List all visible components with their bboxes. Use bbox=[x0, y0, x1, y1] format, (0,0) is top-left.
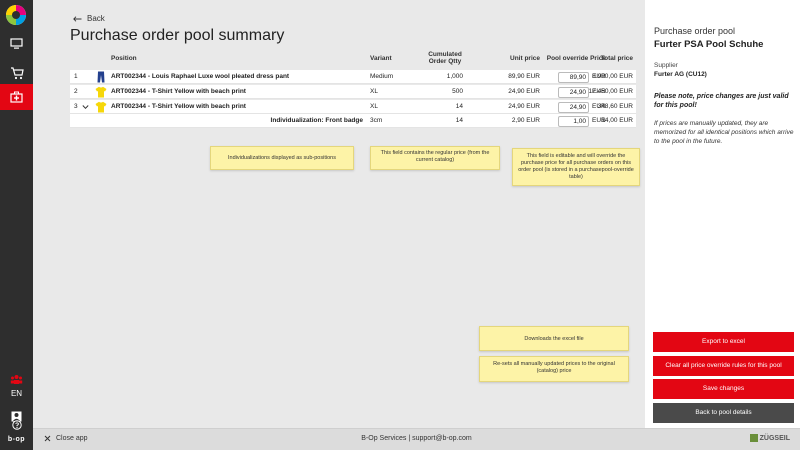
help-nav-button[interactable] bbox=[0, 417, 33, 433]
row-qty: 1,000 bbox=[446, 73, 463, 80]
row-total: 12.450,00 EUR bbox=[588, 88, 633, 95]
save-changes-button[interactable]: Save changes bbox=[653, 379, 794, 399]
row-number: 1 bbox=[74, 73, 78, 80]
row-article: ART002344 - T-Shirt Yellow with beach pr… bbox=[111, 88, 246, 95]
price-info: If prices are manually updated, they are… bbox=[654, 120, 794, 145]
pool-name: Furter PSA Pool Schuhe bbox=[654, 39, 764, 50]
row-total: 8.990,00 EUR bbox=[592, 73, 633, 80]
tshirt-icon bbox=[95, 86, 107, 98]
arrow-left-icon bbox=[73, 15, 82, 22]
pool-nav-button[interactable] bbox=[0, 84, 33, 110]
row-unit-price: 24,90 EUR bbox=[508, 88, 540, 95]
help-icon bbox=[11, 420, 22, 430]
price-warning: Please note, price changes are just vali… bbox=[654, 93, 789, 109]
tshirt-icon bbox=[95, 101, 107, 113]
brand-label: b-op bbox=[7, 436, 26, 443]
column-header-position: Position bbox=[111, 55, 137, 62]
chevron-down-icon[interactable] bbox=[82, 104, 89, 110]
row-unit-price: 24,90 EUR bbox=[508, 103, 540, 110]
row-unit-price: 2,90 EUR bbox=[511, 117, 540, 124]
panel-title: Purchase order pool bbox=[654, 26, 736, 36]
table-row[interactable]: 3 ART002344 - T-Shirt Yellow with beach … bbox=[70, 100, 636, 114]
company-logo: ZÜGSEIL bbox=[749, 434, 790, 442]
cart-nav-button[interactable] bbox=[0, 60, 33, 86]
column-header-qty: Cumulated Order Qtty bbox=[428, 51, 462, 65]
logo-mark-icon bbox=[749, 434, 758, 442]
sub-row-label: Individualization: Front badge bbox=[270, 117, 363, 124]
note-text: Individualizations displayed as sub-posi… bbox=[228, 155, 336, 161]
row-number: 2 bbox=[74, 88, 78, 95]
row-article: ART002344 - T-Shirt Yellow with beach pr… bbox=[111, 103, 246, 110]
column-header-variant: Variant bbox=[370, 55, 392, 62]
supplier-label: Supplier bbox=[654, 62, 678, 69]
note-text: Re-sets all manually updated prices to t… bbox=[493, 361, 615, 374]
main-content: Back Purchase order pool summary Positio… bbox=[33, 0, 645, 428]
app-logo-icon[interactable] bbox=[5, 4, 27, 26]
page-title: Purchase order pool summary bbox=[70, 27, 285, 44]
monitor-nav-button[interactable] bbox=[0, 31, 33, 57]
supplier-value: Furter AG (CU12) bbox=[654, 71, 707, 78]
row-variant: 3cm bbox=[370, 117, 383, 124]
row-qty: 500 bbox=[452, 88, 463, 95]
table-sub-row[interactable]: Individualization: Front badge 3cm 14 2,… bbox=[70, 114, 636, 128]
export-excel-button[interactable]: Export to excel bbox=[653, 332, 794, 352]
side-rail: EN b-op bbox=[0, 0, 33, 450]
company-logo-label: ZÜGSEIL bbox=[759, 434, 790, 442]
back-to-pool-button[interactable]: Back to pool details bbox=[653, 403, 794, 423]
back-link[interactable]: Back bbox=[73, 14, 105, 23]
footer-contact: B-Op Services | support@b-op.com bbox=[361, 435, 472, 442]
row-qty: 14 bbox=[455, 117, 463, 124]
note-text: This field is editable and will override… bbox=[518, 153, 634, 180]
row-variant: XL bbox=[370, 88, 378, 95]
row-unit-price: 89,90 EUR bbox=[508, 73, 540, 80]
monitor-icon bbox=[10, 38, 23, 49]
row-total: 14,00 EUR bbox=[601, 117, 633, 124]
clear-overrides-button[interactable]: Clear all price override rules for this … bbox=[653, 356, 794, 376]
row-total: 348,60 EUR bbox=[597, 103, 633, 110]
add-to-cart-icon bbox=[10, 66, 24, 79]
row-variant: XL bbox=[370, 103, 378, 110]
note-editable-field: This field is editable and will override… bbox=[512, 148, 640, 186]
note-regular-price: This field contains the regular price (f… bbox=[370, 146, 500, 170]
row-qty: 14 bbox=[455, 103, 463, 110]
footer-bar: Close app B-Op Services | support@b-op.c… bbox=[33, 428, 800, 450]
language-switch[interactable]: EN bbox=[0, 389, 33, 398]
medical-box-icon bbox=[10, 91, 23, 103]
pool-details-panel: Purchase order pool Furter PSA Pool Schu… bbox=[645, 0, 800, 428]
table-row[interactable]: 1 ART002344 - Louis Raphael Luxe wool pl… bbox=[70, 70, 636, 84]
back-label: Back bbox=[87, 14, 105, 23]
note-text: Downloads the excel file bbox=[524, 336, 584, 342]
note-reset: Re-sets all manually updated prices to t… bbox=[479, 356, 629, 382]
pants-icon bbox=[97, 71, 105, 83]
row-number: 3 bbox=[74, 103, 78, 110]
note-text: This field contains the regular price (f… bbox=[380, 150, 490, 163]
team-icon bbox=[10, 374, 23, 384]
column-header-total: Total price bbox=[600, 55, 633, 62]
row-variant: Medium bbox=[370, 73, 394, 80]
row-article: ART002344 - Louis Raphael Luxe wool plea… bbox=[111, 73, 290, 80]
note-individualizations: Individualizations displayed as sub-posi… bbox=[210, 146, 354, 170]
note-excel: Downloads the excel file bbox=[479, 326, 629, 351]
table-row[interactable]: 2 ART002344 - T-Shirt Yellow with beach … bbox=[70, 85, 636, 99]
